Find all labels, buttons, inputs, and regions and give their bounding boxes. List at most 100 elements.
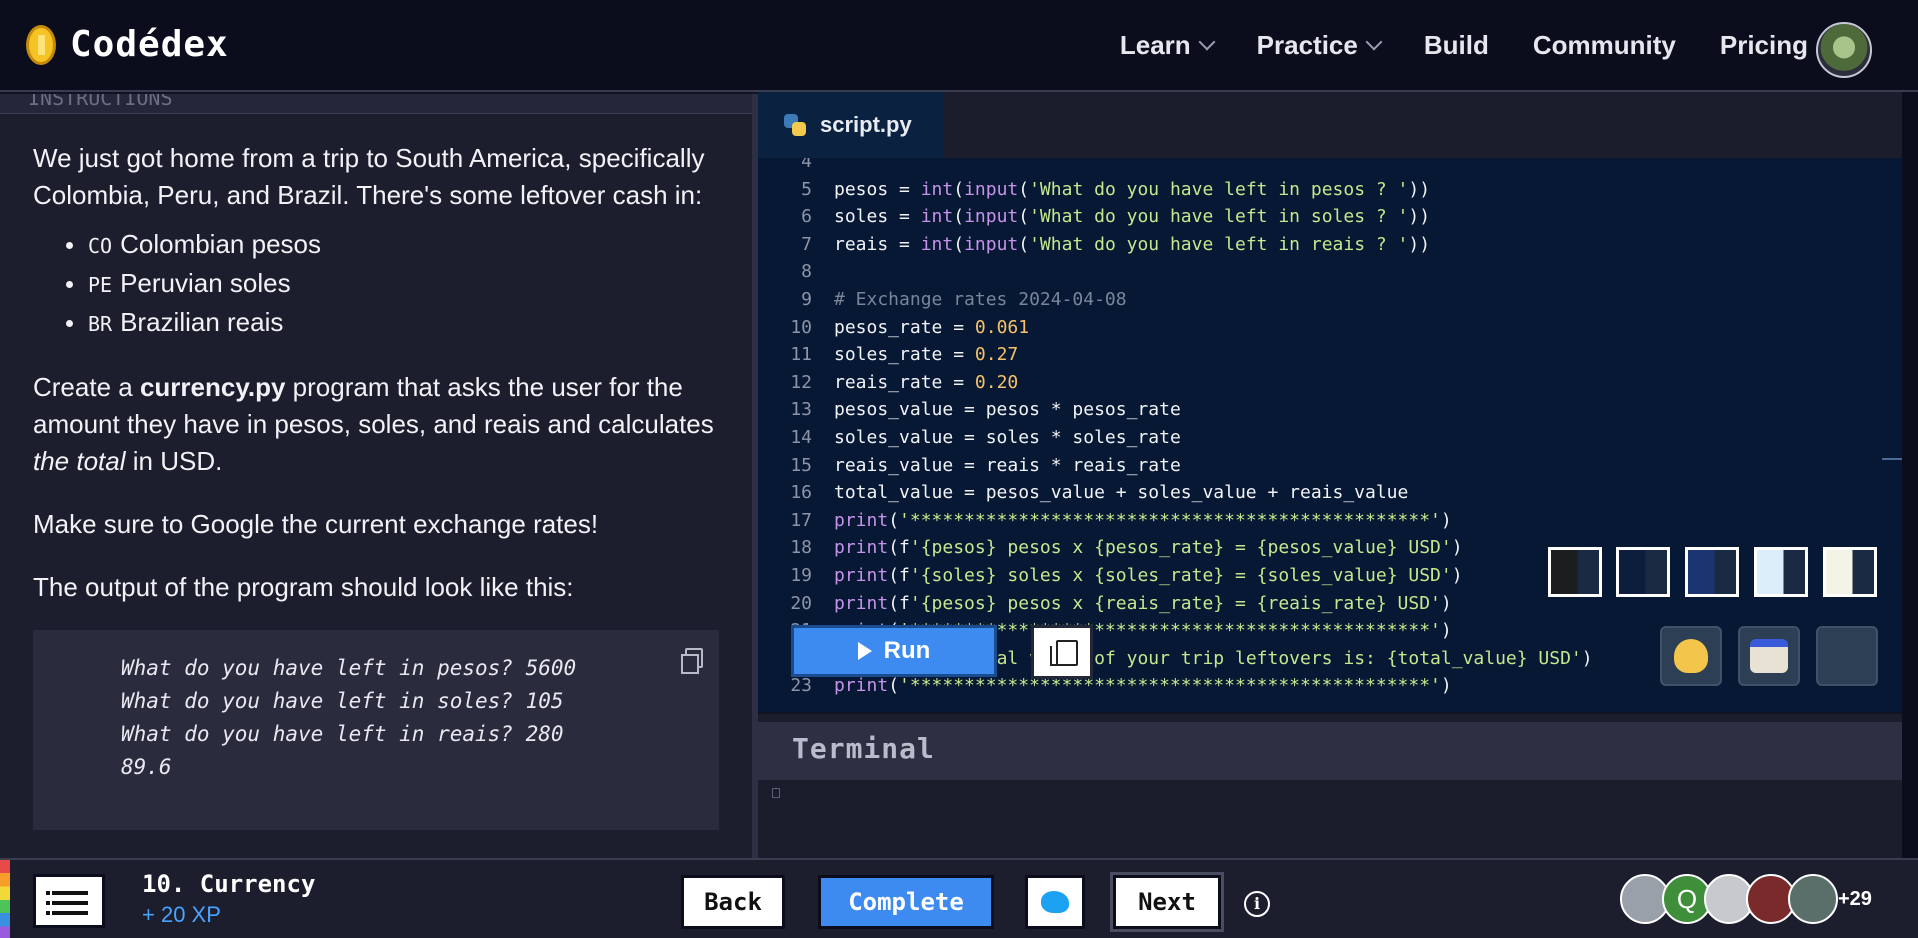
chevron-down-icon — [1365, 33, 1383, 50]
code-line[interactable]: print(f'{soles} soles x {soles_rate} = {… — [834, 562, 1463, 590]
theme-swatch-5[interactable] — [1823, 547, 1877, 597]
line-number: 6 — [801, 206, 812, 228]
code-line[interactable]: print(f'{pesos} pesos x {pesos_rate} = {… — [834, 534, 1463, 562]
complete-button[interactable]: Complete — [818, 875, 994, 929]
avatar[interactable] — [1788, 874, 1838, 924]
code-line[interactable]: soles_value = soles * soles_rate — [834, 424, 1181, 452]
lesson-text: We just got home from a trip to South Am… — [0, 140, 752, 606]
next-button[interactable]: Next — [1113, 875, 1221, 929]
line-number: 18 — [790, 537, 812, 559]
robot-icon — [1750, 639, 1788, 673]
co-flag-icon: CO — [88, 234, 113, 258]
terminal-header: Terminal — [758, 714, 1902, 780]
nav-build[interactable]: Build — [1424, 30, 1489, 61]
brand-name: Codédex — [70, 24, 229, 65]
line-number: 20 — [790, 592, 812, 614]
copy-code-button[interactable] — [1031, 625, 1093, 679]
task-paragraph: Create a currency.py program that asks t… — [33, 372, 714, 476]
output-line: 89.6 — [121, 755, 172, 779]
code-line[interactable]: reais_rate = 0.20 — [834, 369, 1018, 397]
code-area[interactable]: 4 5 pesos = int(input('What do you have le… — [758, 158, 1902, 706]
line-number: 5 — [801, 178, 812, 200]
nav-community[interactable]: Community — [1533, 30, 1676, 61]
top-navbar: Codédex Learn Practice Build Community P… — [0, 0, 1918, 92]
line-number: 15 — [790, 454, 812, 476]
coin-icon — [26, 24, 56, 65]
terminal-cursor[interactable] — [772, 788, 780, 798]
user-avatar[interactable] — [1816, 22, 1872, 78]
info-icon[interactable]: i — [1244, 891, 1270, 917]
nav-links: Learn Practice Build Community Pricing — [1120, 30, 1808, 61]
code-line[interactable]: pesos_value = pesos * pesos_rate — [834, 396, 1181, 424]
theme-swatch-3[interactable] — [1685, 547, 1739, 597]
theme-swatch-4[interactable] — [1754, 547, 1808, 597]
code-line[interactable]: pesos = int(input('What do you have left… — [834, 176, 1430, 204]
line-number: 17 — [790, 509, 812, 531]
code-line[interactable]: print('*********************************… — [834, 507, 1452, 535]
line-number: 14 — [790, 427, 812, 448]
code-line[interactable]: pesos_rate = 0.061 — [834, 314, 1029, 342]
expected-output-block: What do you have left in pesos? 5600 Wha… — [33, 630, 719, 830]
br-flag-icon: BR — [88, 312, 113, 336]
editor-tabbar: script.py — [758, 92, 1902, 158]
line-number: 9 — [801, 289, 812, 310]
nav-learn[interactable]: Learn — [1120, 30, 1216, 61]
theme-swatch-2[interactable] — [1616, 547, 1670, 597]
code-line[interactable]: print(f'{pesos} pesos x {reais_rate} = {… — [834, 590, 1452, 618]
more-avatars-count: +29 — [1838, 888, 1872, 910]
code-line[interactable]: # Exchange rates 2024-04-08 — [834, 286, 1127, 314]
line-number: 16 — [790, 482, 812, 504]
robot-pet-button[interactable] — [1738, 626, 1800, 686]
theme-swatch-1[interactable] — [1548, 547, 1602, 597]
line-number: 13 — [790, 399, 812, 421]
pe-flag-icon: PE — [88, 273, 113, 297]
code-line[interactable]: soles = int(input('What do you have left… — [834, 203, 1430, 231]
line-number: 12 — [790, 371, 812, 393]
chevron-down-icon — [1198, 33, 1216, 50]
output-line: What do you have left in soles? 105 — [121, 689, 564, 713]
code-line[interactable]: soles_rate = 0.27 — [834, 341, 1018, 369]
menu-button[interactable] — [33, 874, 105, 928]
output-line: What do you have left in reais? 280 — [121, 722, 564, 746]
instructions-panel: INSTRUCTIONS We just got home from a tri… — [0, 94, 752, 858]
play-icon — [857, 642, 872, 660]
twitter-share-button[interactable] — [1025, 875, 1085, 929]
code-line[interactable]: total_value = pesos_value + soles_value … — [834, 479, 1408, 507]
code-line[interactable]: reais = int(input('What do you have left… — [834, 231, 1430, 259]
line-number: 7 — [801, 233, 812, 255]
rainbow-strip — [0, 860, 10, 938]
list-item: PE Peruvian soles — [66, 265, 719, 304]
python-icon — [784, 114, 806, 136]
duck-icon — [1674, 639, 1708, 673]
completed-avatars: Q — [1620, 874, 1838, 924]
line-number: 19 — [790, 565, 812, 586]
code-line[interactable]: reais_value = reais * reais_rate — [834, 452, 1181, 480]
duck-pet-button[interactable] — [1660, 626, 1722, 686]
xp-label: + 20 XP — [142, 902, 221, 927]
output-line: What do you have left in pesos? 5600 — [121, 656, 577, 680]
nav-practice[interactable]: Practice — [1257, 30, 1383, 61]
output-note: The output of the program should look li… — [33, 572, 574, 602]
instructions-header: INSTRUCTIONS — [0, 94, 752, 114]
code-editor: script.py 4 5 pesos = int(input('What do y… — [758, 92, 1902, 712]
back-button[interactable]: Back — [681, 875, 785, 929]
run-button[interactable]: Run — [791, 625, 997, 677]
nav-pricing[interactable]: Pricing — [1720, 30, 1808, 61]
line-number: 11 — [790, 344, 812, 366]
list-item: BR Brazilian reais — [66, 304, 719, 343]
tab-script-py[interactable]: script.py — [758, 92, 944, 158]
page-scrollbar[interactable] — [1902, 92, 1918, 858]
scrollbar-marker[interactable] — [1882, 458, 1902, 460]
line-number: 8 — [801, 261, 812, 283]
twitter-icon — [1041, 891, 1069, 913]
currency-list: CO Colombian pesos PE Peruvian soles BR Bra… — [33, 226, 719, 343]
line-number: 10 — [790, 316, 812, 338]
lesson-title: 10. Currency — [142, 870, 316, 898]
line-number: 4 — [801, 158, 812, 172]
line-number: 24 — [758, 700, 812, 706]
intro-paragraph: We just got home from a trip to South Am… — [33, 143, 705, 210]
brand-logo[interactable]: Codédex — [26, 24, 229, 65]
empty-pet-slot[interactable] — [1816, 626, 1878, 686]
copy-icon[interactable] — [681, 648, 703, 674]
lesson-footer: 10. Currency + 20 XP Back Complete Next … — [0, 858, 1918, 938]
